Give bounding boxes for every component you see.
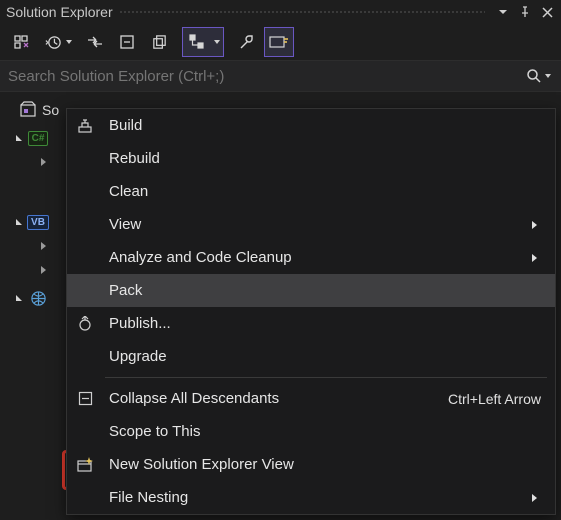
expander-open-icon[interactable] [12,215,26,229]
class-view-icon[interactable] [183,28,211,56]
cm-label: Rebuild [103,150,541,167]
expander-closed-icon[interactable] [36,239,50,253]
cm-label: Upgrade [103,348,541,365]
vb-project-icon: VB [28,212,48,232]
cm-publish[interactable]: Publish... [67,307,555,340]
chevron-down-icon[interactable] [544,72,552,80]
search-input[interactable] [0,68,517,85]
cm-clean[interactable]: Clean [67,175,555,208]
close-icon[interactable] [537,2,557,22]
cm-label: Clean [103,183,541,200]
toolbar [0,24,561,60]
cm-label: Pack [103,282,541,299]
globe-icon [28,288,48,308]
pin-icon[interactable] [515,2,535,22]
csharp-project-icon: C# [28,128,48,148]
new-view-icon [67,457,103,473]
cm-scope[interactable]: Scope to This [67,415,555,448]
grip-dots[interactable] [119,9,485,15]
cm-view[interactable]: View [67,208,555,241]
submenu-arrow-icon [527,493,541,503]
expander-closed-icon[interactable] [36,263,50,277]
submenu-arrow-icon [527,220,541,230]
cm-label: View [103,216,527,233]
cm-upgrade[interactable]: Upgrade [67,340,555,373]
expander-open-icon[interactable] [12,131,26,145]
panel-title: Solution Explorer [6,4,113,20]
cm-analyze[interactable]: Analyze and Code Cleanup [67,241,555,274]
menu-separator [105,377,547,378]
cm-rebuild[interactable]: Rebuild [67,142,555,175]
search-row [0,60,561,92]
collapse-icon [67,391,103,406]
cm-label: File Nesting [103,489,527,506]
cm-build[interactable]: Build [67,109,555,142]
solution-icon [18,100,38,120]
cm-new-view[interactable]: New Solution Explorer View [67,448,555,481]
cm-collapse-all[interactable]: Collapse All Descendants Ctrl+Left Arrow [67,382,555,415]
cm-file-nesting[interactable]: File Nesting [67,481,555,514]
cm-pack[interactable]: Pack [67,274,555,307]
solution-label: So [42,102,59,118]
properties-icon[interactable] [232,27,262,57]
cm-label: Analyze and Code Cleanup [103,249,527,266]
panel-title-bar: Solution Explorer [0,0,561,24]
sync-icon[interactable] [80,27,110,57]
build-icon [67,118,103,134]
cm-label: New Solution Explorer View [103,456,541,473]
cm-shortcut: Ctrl+Left Arrow [448,391,541,407]
context-menu: Build Rebuild Clean View Analyze and Cod… [66,108,556,515]
chevron-down-icon[interactable] [63,38,75,46]
home-icon[interactable] [6,27,36,57]
cm-label: Publish... [103,315,541,332]
publish-icon [67,316,103,332]
expander-open-icon[interactable] [12,291,26,305]
collapse-all-icon[interactable] [112,27,142,57]
views-combo[interactable] [182,27,224,57]
history-icon[interactable] [44,27,78,57]
expander-closed-icon[interactable] [36,155,50,169]
show-all-files-icon[interactable] [144,27,174,57]
cm-label: Build [103,117,541,134]
window-dropdown-icon[interactable] [493,2,513,22]
cm-label: Scope to This [103,423,541,440]
preview-icon[interactable] [264,27,294,57]
submenu-arrow-icon [527,253,541,263]
cm-label: Collapse All Descendants [103,390,448,407]
search-button[interactable] [517,68,561,84]
chevron-down-icon[interactable] [211,38,223,46]
